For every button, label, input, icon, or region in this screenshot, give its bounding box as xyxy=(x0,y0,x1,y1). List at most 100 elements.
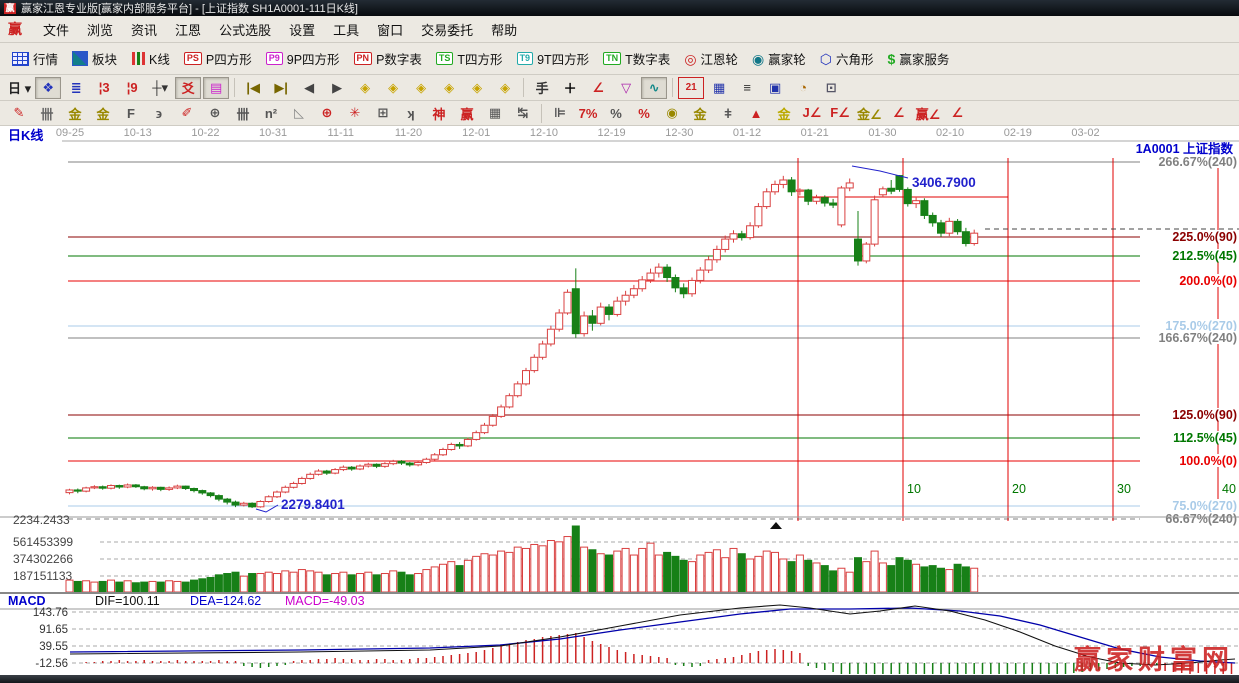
memo-button[interactable]: ≡ xyxy=(734,77,760,99)
date-tick: 02-10 xyxy=(936,127,964,139)
diamond-next-button[interactable]: ◈ xyxy=(380,77,406,99)
title-bar[interactable]: 赢 赢家江恩专业版[赢家内部服务平台] - [上证指数 SH1A0001-111… xyxy=(0,0,1239,16)
angle-ruler-button[interactable]: ◺ xyxy=(286,102,312,124)
toolbar-button-p-number-table[interactable]: PNP数字表 xyxy=(348,46,428,72)
gold-circle-button[interactable]: ◉ xyxy=(659,102,685,124)
cycle-circle-button[interactable]: ⊕ xyxy=(202,102,228,124)
gold-level-button[interactable]: 金 xyxy=(687,102,713,124)
k-mark-button[interactable]: ʞ xyxy=(398,102,424,124)
menu-item-2[interactable]: 资讯 xyxy=(122,17,166,42)
gann-web-button[interactable]: ✳ xyxy=(342,102,368,124)
win-grid-button[interactable]: 赢 xyxy=(454,102,480,124)
gann-fan-button[interactable]: ▽ xyxy=(613,77,639,99)
menu-item-4[interactable]: 公式选股 xyxy=(210,17,280,42)
quad-angle-button[interactable]: ∠ xyxy=(944,102,970,124)
toolbar-button-t-number-table[interactable]: TNT数字表 xyxy=(597,46,676,72)
win-angle-button[interactable]: 赢∠ xyxy=(914,102,943,124)
toolbar-button-gann-wheel[interactable]: ◎江恩轮 xyxy=(678,46,744,72)
shen-grid-button[interactable]: 神 xyxy=(426,102,452,124)
period-selector-button[interactable]: 日 ▾ xyxy=(6,77,33,99)
gold-yellow-button[interactable]: 金 xyxy=(771,102,797,124)
candle-body xyxy=(879,189,886,195)
menu-item-6[interactable]: 工具 xyxy=(324,17,368,42)
angle-measure-button[interactable]: ∠ xyxy=(585,77,611,99)
toolbar-button-t9-square[interactable]: T99T四方形 xyxy=(511,46,596,72)
spiral-tool-button[interactable]: ϶ xyxy=(146,102,172,124)
candle-style-button[interactable]: ┼▾ xyxy=(147,77,173,99)
j-angle-button[interactable]: J∠ xyxy=(799,102,825,124)
diamond-fit-button[interactable]: ◈ xyxy=(492,77,518,99)
range-marker-button[interactable]: ↹ xyxy=(510,102,536,124)
gold-angle-button[interactable]: 金∠ xyxy=(855,102,884,124)
diamond-expand-x-button[interactable]: ◈ xyxy=(408,77,434,99)
diamond-shrink-button[interactable]: ◈ xyxy=(436,77,462,99)
brush-tool-button[interactable]: ✎ xyxy=(6,102,32,124)
first-page-button[interactable]: |◀ xyxy=(240,77,266,99)
gann-knot-button[interactable]: ❖ xyxy=(35,77,61,99)
t9-square-icon: T9 xyxy=(517,52,534,65)
diamond-expand-all-button[interactable]: ◈ xyxy=(464,77,490,99)
f-angle-button[interactable]: F∠ xyxy=(827,102,853,124)
fibonacci-grid-button[interactable]: F xyxy=(118,102,144,124)
calendar-button[interactable]: 21 xyxy=(678,77,704,99)
next-page-button[interactable]: ▶ xyxy=(324,77,350,99)
boxed-web-button[interactable]: ⊞ xyxy=(370,102,396,124)
bars-9-button[interactable]: ¦9 xyxy=(119,77,145,99)
drag-hand-button[interactable]: 手 xyxy=(529,77,555,99)
menu-item-8[interactable]: 交易委托 xyxy=(412,17,482,42)
crosshair-button[interactable]: ＋ xyxy=(557,77,583,99)
menu-item-7[interactable]: 窗口 xyxy=(368,17,412,42)
color-analysis-button[interactable]: ▤ xyxy=(203,77,229,99)
speed-line-button[interactable]: ∠ xyxy=(886,102,912,124)
mark-pen-button[interactable]: ✐ xyxy=(174,102,200,124)
volume-bar xyxy=(962,567,969,592)
info-list-button[interactable]: ≣ xyxy=(63,77,89,99)
menu-item-5[interactable]: 设置 xyxy=(280,17,324,42)
bars-3-button[interactable]: ¦3 xyxy=(91,77,117,99)
pattern-tool-button[interactable]: 爻 xyxy=(175,77,201,99)
number-grid-button[interactable]: ▦ xyxy=(482,102,508,124)
diamond-prev-button[interactable]: ◈ xyxy=(352,77,378,99)
percent-slash-button[interactable]: 7% xyxy=(575,102,601,124)
menu-item-9[interactable]: 帮助 xyxy=(482,17,526,42)
percent-line-button[interactable]: % xyxy=(631,102,657,124)
watermark: 赢家财富网 xyxy=(1074,644,1234,675)
toolbar-button-kline-view[interactable]: K线 xyxy=(125,46,176,72)
volume-bar xyxy=(954,564,961,592)
volume-bar xyxy=(672,556,679,592)
bar-count-button[interactable]: 卌 xyxy=(230,102,256,124)
fan-tool-button[interactable]: ▲ xyxy=(743,102,769,124)
toolbar-button-p-square[interactable]: PSP四方形 xyxy=(178,46,258,72)
gann-target-button[interactable]: ⊕ xyxy=(314,102,340,124)
n-square-button[interactable]: n² xyxy=(258,102,284,124)
menu-item-1[interactable]: 浏览 xyxy=(78,17,122,42)
calculator-button[interactable]: ▦ xyxy=(706,77,732,99)
candle-body xyxy=(215,496,222,500)
volume-bar xyxy=(365,572,372,592)
toolbar-button-p9-square[interactable]: P99P四方形 xyxy=(260,46,346,72)
menu-item-3[interactable]: 江恩 xyxy=(166,17,210,42)
toolbar-button-quote-view[interactable]: 行情 xyxy=(6,46,64,72)
last-page-button[interactable]: ▶| xyxy=(268,77,294,99)
toolbar-button-winner-service[interactable]: $赢家服务 xyxy=(882,46,956,72)
wave-line-button[interactable]: ∿ xyxy=(641,77,667,99)
toolbar-button-sector-view[interactable]: 板块 xyxy=(66,46,123,72)
toolbar-button-t-square[interactable]: TST四方形 xyxy=(430,46,509,72)
candle-body xyxy=(174,486,181,488)
menu-item-0[interactable]: 文件 xyxy=(34,17,78,42)
workstation-button[interactable]: ⊡ xyxy=(818,77,844,99)
save-button[interactable]: ▣ xyxy=(762,77,788,99)
split-line-button[interactable]: ǂ xyxy=(715,102,741,124)
stat-table-button[interactable]: ⊫ xyxy=(547,102,573,124)
p9-square-icon: P9 xyxy=(266,52,283,65)
candle-body xyxy=(406,463,413,465)
percent-button[interactable]: % xyxy=(603,102,629,124)
toolbar-button-hexagon[interactable]: ⬡六角形 xyxy=(814,46,880,72)
time-grid-button[interactable]: 卌 xyxy=(34,102,60,124)
gold-grid-2-button[interactable]: 金 xyxy=(90,102,116,124)
prev-page-button[interactable]: ◀ xyxy=(296,77,322,99)
toolbar-button-winner-wheel[interactable]: ◉赢家轮 xyxy=(746,46,812,72)
gold-grid-button[interactable]: 金 xyxy=(62,102,88,124)
chart-clock-button[interactable]: ◔ xyxy=(790,77,816,99)
toolbar-separator xyxy=(672,78,673,97)
